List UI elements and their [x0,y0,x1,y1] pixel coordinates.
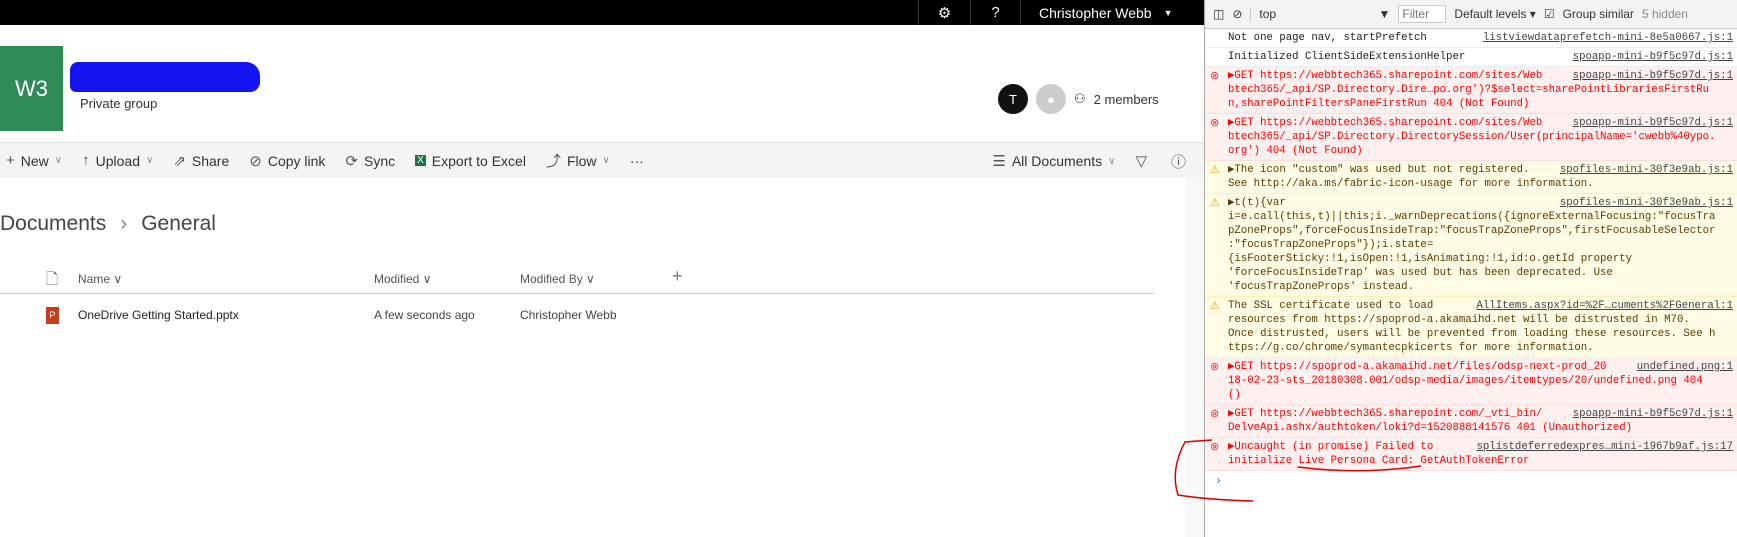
red-annotation [1174,439,1422,502]
